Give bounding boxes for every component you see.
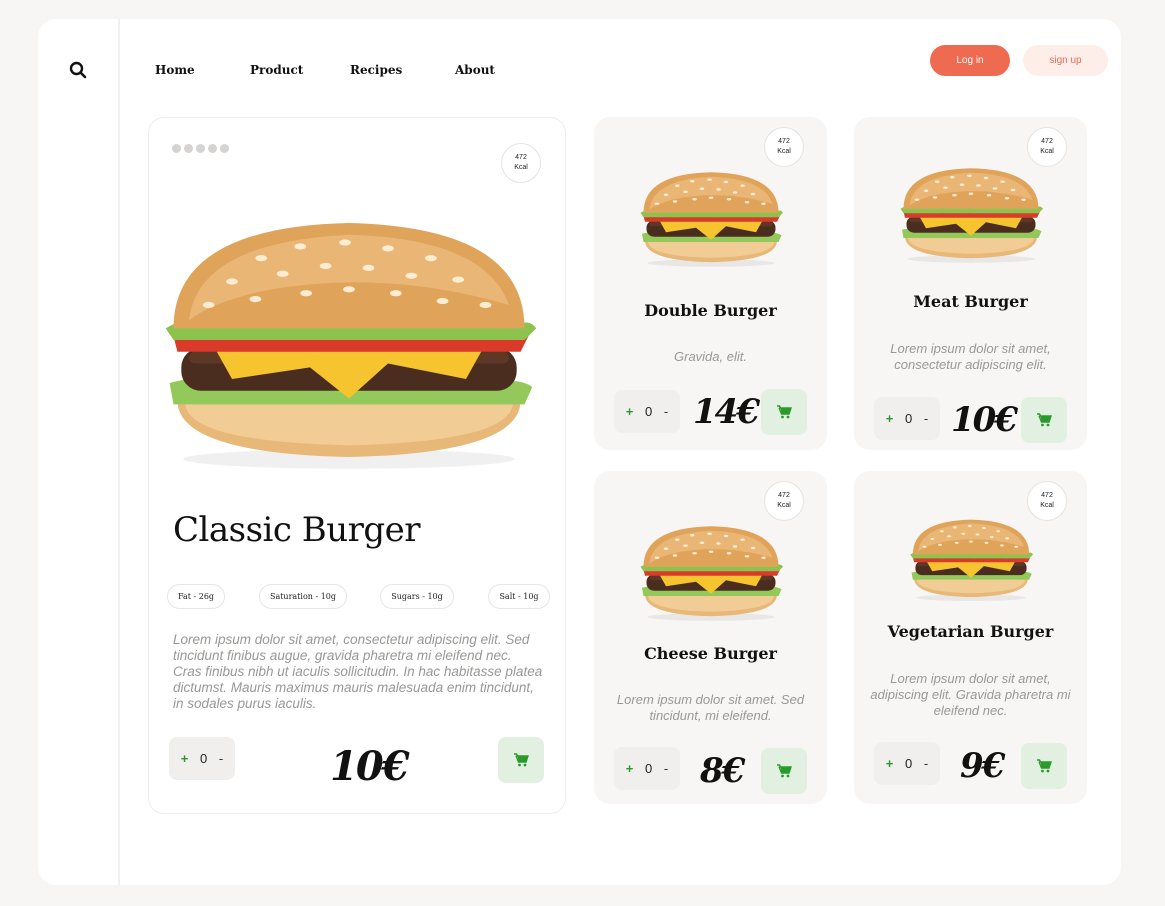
carousel-dot[interactable] xyxy=(184,144,193,153)
cart-icon xyxy=(776,763,792,779)
decrement-button[interactable]: - xyxy=(924,756,928,771)
kcal-unit: Kcal xyxy=(777,502,791,509)
kcal-badge: 472 Kcal xyxy=(1027,481,1067,521)
increment-button[interactable]: + xyxy=(886,411,894,426)
nav-product[interactable]: Product xyxy=(250,63,350,77)
kcal-value: 472 xyxy=(1041,138,1053,145)
burger-image xyxy=(896,517,1046,601)
product-description: Gravida, elit. xyxy=(674,349,747,364)
chip-fat: Fat - 26g xyxy=(167,584,225,609)
kcal-badge: 472 Kcal xyxy=(764,481,804,521)
add-to-cart-button[interactable] xyxy=(761,389,807,435)
carousel-dot[interactable] xyxy=(208,144,217,153)
cart-icon xyxy=(1036,758,1052,774)
quantity-value: 0 xyxy=(905,756,913,771)
kcal-unit: Kcal xyxy=(1040,502,1054,509)
burger-image xyxy=(636,517,786,627)
decrement-button[interactable]: - xyxy=(219,751,223,766)
quantity-stepper: + 0 - xyxy=(169,737,235,780)
product-price: 10€ xyxy=(951,400,1018,440)
kcal-unit: Kcal xyxy=(514,164,528,171)
quantity-stepper: + 0 - xyxy=(874,397,940,440)
quantity-stepper: + 0 - xyxy=(614,390,680,433)
product-price: 8€ xyxy=(700,751,745,791)
carousel-dot[interactable] xyxy=(220,144,229,153)
nav-home[interactable]: Home xyxy=(155,63,250,77)
chip-salt: Salt - 10g xyxy=(488,584,550,609)
kcal-unit: Kcal xyxy=(1040,148,1054,155)
burger-image xyxy=(636,163,786,273)
product-card: 472 Kcal Double Burger Gravida, elit. + … xyxy=(594,117,827,450)
nav-recipes[interactable]: Recipes xyxy=(350,63,455,77)
product-title: Vegetarian Burger xyxy=(887,622,1054,641)
carousel-dots[interactable] xyxy=(172,144,229,153)
carousel-dot[interactable] xyxy=(196,144,205,153)
quantity-value: 0 xyxy=(645,761,653,776)
product-price: 9€ xyxy=(960,746,1005,786)
product-title: Cheese Burger xyxy=(644,644,777,663)
chip-saturation: Saturation - 10g xyxy=(259,584,347,609)
product-description: Lorem ipsum dolor sit amet, consectetur … xyxy=(173,632,543,711)
app-window: Home Product Recipes About Log in sign u… xyxy=(38,19,1121,885)
decrement-button[interactable]: - xyxy=(664,761,668,776)
kcal-badge: 472 Kcal xyxy=(501,143,541,183)
product-card: 472 Kcal Meat Burger Lorem ipsum dolor s… xyxy=(854,117,1087,450)
decrement-button[interactable]: - xyxy=(924,411,928,426)
carousel-dot[interactable] xyxy=(172,144,181,153)
product-description: Lorem ipsum dolor sit amet, consectetur … xyxy=(890,341,1051,372)
sidebar-rail xyxy=(38,19,120,885)
featured-product-card: 472 Kcal Classic Burger Fat - 26g Satura… xyxy=(148,117,566,814)
add-to-cart-button[interactable] xyxy=(498,737,544,783)
quantity-stepper: + 0 - xyxy=(874,742,940,785)
kcal-value: 472 xyxy=(1041,492,1053,499)
product-description: Lorem ipsum dolor sit amet, adipiscing e… xyxy=(870,671,1071,718)
quantity-value: 0 xyxy=(905,411,913,426)
nutrition-chips: Fat - 26g Saturation - 10g Sugars - 10g … xyxy=(167,584,550,609)
quantity-value: 0 xyxy=(645,404,653,419)
add-to-cart-button[interactable] xyxy=(1021,397,1067,443)
search-icon[interactable] xyxy=(69,61,87,79)
kcal-value: 472 xyxy=(778,138,790,145)
increment-button[interactable]: + xyxy=(886,756,894,771)
kcal-value: 472 xyxy=(515,154,527,161)
burger-image xyxy=(896,159,1046,269)
signup-button[interactable]: sign up xyxy=(1023,45,1108,76)
kcal-value: 472 xyxy=(778,492,790,499)
product-card: 472 Kcal Vegetarian Burger Lorem ipsum d… xyxy=(854,471,1087,804)
kcal-unit: Kcal xyxy=(777,148,791,155)
product-card: 472 Kcal Cheese Burger Lorem ipsum dolor… xyxy=(594,471,827,804)
login-button[interactable]: Log in xyxy=(930,45,1010,76)
product-title: Meat Burger xyxy=(913,292,1028,311)
product-title: Classic Burger xyxy=(173,510,421,550)
chip-sugars: Sugars - 10g xyxy=(380,584,454,609)
quantity-stepper: + 0 - xyxy=(614,747,680,790)
product-title: Double Burger xyxy=(644,301,777,320)
product-price: 10€ xyxy=(330,743,409,790)
product-price: 14€ xyxy=(693,392,760,432)
product-description: Lorem ipsum dolor sit amet. Sed tincidun… xyxy=(616,692,805,723)
cart-icon xyxy=(513,752,529,768)
kcal-badge: 472 Kcal xyxy=(764,127,804,167)
increment-button[interactable]: + xyxy=(181,751,189,766)
cart-icon xyxy=(776,404,792,420)
quantity-value: 0 xyxy=(200,751,208,766)
top-nav: Home Product Recipes About xyxy=(155,63,495,77)
decrement-button[interactable]: - xyxy=(664,404,668,419)
increment-button[interactable]: + xyxy=(626,761,634,776)
increment-button[interactable]: + xyxy=(626,404,634,419)
nav-about[interactable]: About xyxy=(455,63,495,77)
add-to-cart-button[interactable] xyxy=(761,748,807,794)
add-to-cart-button[interactable] xyxy=(1021,743,1067,789)
burger-image xyxy=(154,211,544,473)
cart-icon xyxy=(1036,412,1052,428)
